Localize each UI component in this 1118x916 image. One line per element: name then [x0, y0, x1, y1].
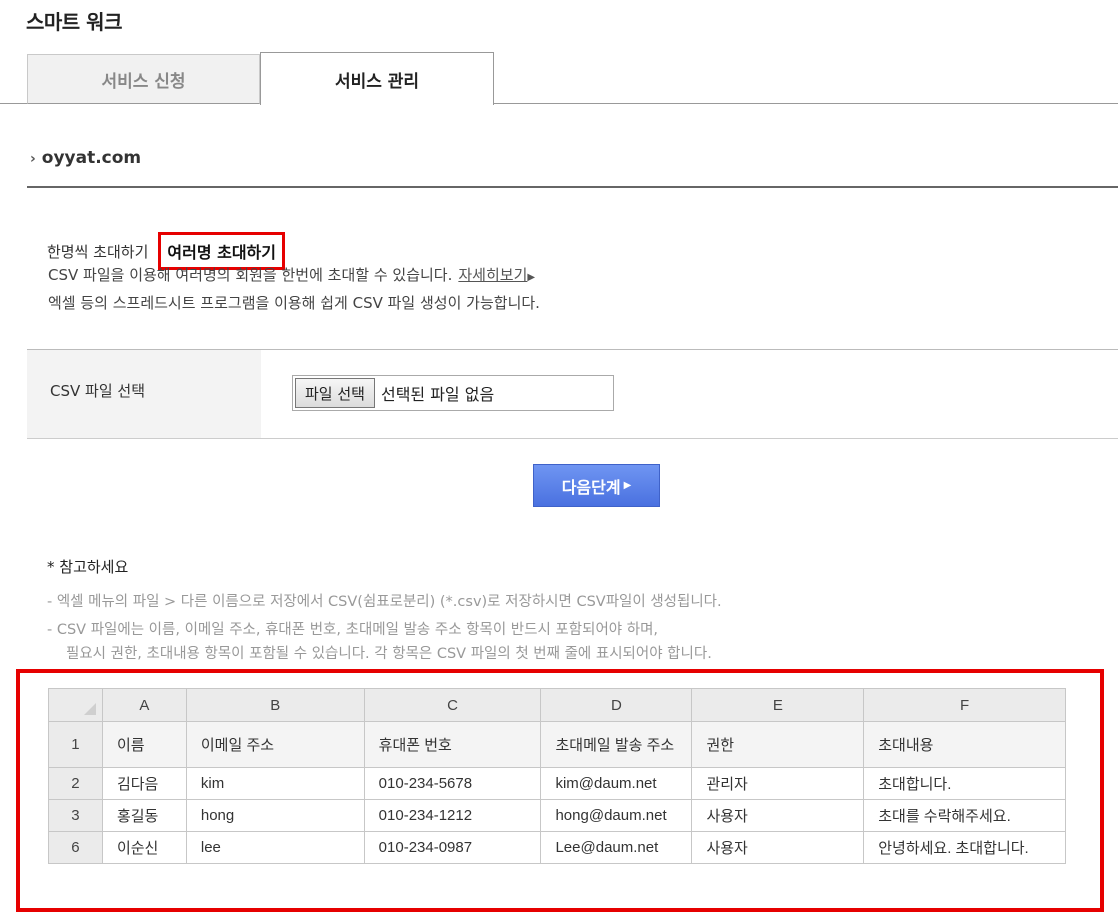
- invite-single-link[interactable]: 한명씩 초대하기: [47, 241, 148, 262]
- csv-example-sheet: A B C D E F 1 이름 이메일 주소 휴대폰 번호 초대메일 발송 주…: [48, 688, 1066, 864]
- page-title: 스마트 워크: [26, 10, 122, 34]
- row-number: 6: [48, 831, 103, 864]
- sheet-cell: Lee@daum.net: [540, 831, 693, 864]
- table-row: 6 이순신 lee 010-234-0987 Lee@daum.net 사용자 …: [48, 831, 1066, 864]
- note-line: 필요시 권한, 초대내용 항목이 포함될 수 있습니다. 각 항목은 CSV 파…: [66, 646, 712, 662]
- note-line: - 엑셀 메뉴의 파일 > 다른 이름으로 저장에서 CSV(쉼표로분리) (*…: [47, 594, 722, 610]
- sheet-cell: 010-234-1212: [363, 799, 542, 832]
- row-number: 1: [48, 721, 103, 768]
- column-header: E: [691, 688, 865, 722]
- csv-file-label: CSV 파일 선택: [50, 382, 145, 400]
- sheet-cell: 이순신: [101, 831, 187, 864]
- sheet-cell: 사용자: [691, 831, 865, 864]
- next-step-label: 다음단계: [561, 477, 621, 497]
- sheet-cell: hong@daum.net: [540, 799, 693, 832]
- domain-heading: › oyyat.com: [30, 148, 141, 168]
- sheet-cell: 초대를 수락해주세요.: [863, 799, 1066, 832]
- csv-file-input[interactable]: 파일 선택 선택된 파일 없음: [292, 375, 614, 411]
- column-header: C: [363, 688, 542, 722]
- sheet-cell: 이메일 주소: [185, 721, 365, 768]
- sheet-cell: hong: [185, 799, 365, 832]
- invite-description-2: 엑셀 등의 스프레드시트 프로그램을 이용해 쉽게 CSV 파일 생성이 가능합…: [48, 294, 540, 312]
- sheet-cell: 초대합니다.: [863, 767, 1066, 800]
- note-title: * 참고하세요: [47, 558, 129, 576]
- sheet-cell: lee: [185, 831, 365, 864]
- sheet-cell: 이름: [101, 721, 187, 768]
- sheet-cell: 관리자: [691, 767, 865, 800]
- sheet-cell: kim@daum.net: [540, 767, 693, 800]
- table-row: 3 홍길동 hong 010-234-1212 hong@daum.net 사용…: [48, 799, 1066, 832]
- column-header-row: A B C D E F: [48, 688, 1066, 722]
- column-header: A: [101, 688, 187, 722]
- sheet-corner: [48, 688, 103, 722]
- column-header: F: [863, 688, 1066, 722]
- row-number: 2: [48, 767, 103, 800]
- chevron-right-icon: ›: [30, 151, 36, 167]
- file-status-text: 선택된 파일 없음: [380, 385, 495, 404]
- triangle-right-icon: ▶: [527, 272, 536, 283]
- invite-description: CSV 파일을 이용해 여러명의 회원을 한번에 초대할 수 있습니다. 자세히보…: [48, 264, 535, 285]
- domain-name: oyyat.com: [41, 148, 142, 168]
- table-row: 2 김다음 kim 010-234-5678 kim@daum.net 관리자 …: [48, 767, 1066, 800]
- sheet-cell: 권한: [691, 721, 865, 768]
- row-number: 3: [48, 799, 103, 832]
- sheet-cell: 김다음: [101, 767, 187, 800]
- sheet-cell: 초대내용: [863, 721, 1066, 768]
- table-row: 1 이름 이메일 주소 휴대폰 번호 초대메일 발송 주소 권한 초대내용: [48, 721, 1066, 768]
- next-step-button[interactable]: 다음단계 ▶: [533, 464, 660, 507]
- more-info-link[interactable]: 자세히보기: [458, 266, 527, 284]
- sheet-cell: 초대메일 발송 주소: [540, 721, 693, 768]
- sheet-cell: 010-234-5678: [363, 767, 542, 800]
- sheet-cell: 안녕하세요. 초대합니다.: [863, 831, 1066, 864]
- tab-service-apply[interactable]: 서비스 신청: [27, 54, 260, 104]
- choose-file-button[interactable]: 파일 선택: [295, 378, 375, 408]
- tab-service-manage[interactable]: 서비스 관리: [260, 52, 494, 105]
- sheet-cell: 010-234-0987: [363, 831, 542, 864]
- sheet-cell: 사용자: [691, 799, 865, 832]
- sheet-cell: kim: [185, 767, 365, 800]
- section-divider: [27, 186, 1118, 188]
- sheet-cell: 휴대폰 번호: [363, 721, 542, 768]
- column-header: D: [540, 688, 693, 722]
- sheet-cell: 홍길동: [101, 799, 187, 832]
- column-header: B: [185, 688, 365, 722]
- invite-description-text: CSV 파일을 이용해 여러명의 회원을 한번에 초대할 수 있습니다.: [48, 266, 453, 284]
- triangle-right-icon: ▶: [623, 480, 632, 491]
- csv-label-cell: CSV 파일 선택: [27, 350, 261, 438]
- csv-upload-row: CSV 파일 선택 파일 선택 선택된 파일 없음: [27, 349, 1118, 439]
- service-tabs: 서비스 신청 서비스 관리: [0, 52, 1118, 105]
- select-all-icon: [83, 703, 96, 715]
- note-line: - CSV 파일에는 이름, 이메일 주소, 휴대폰 번호, 초대메일 발송 주…: [47, 622, 659, 638]
